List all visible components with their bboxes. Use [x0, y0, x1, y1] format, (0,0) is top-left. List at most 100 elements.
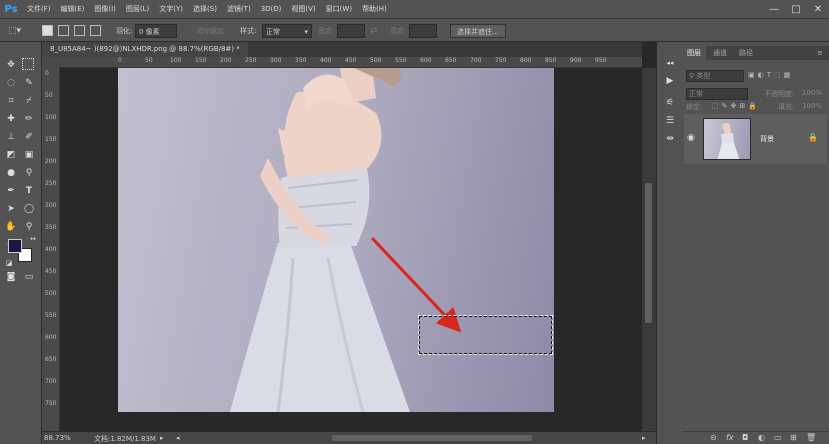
visibility-eye-icon[interactable]: ◉ — [687, 133, 695, 143]
select-and-mask-button[interactable]: 选择并遮住... — [450, 24, 506, 38]
subtract-selection-icon[interactable] — [74, 25, 85, 36]
layer-style-icon[interactable]: fx — [726, 433, 734, 442]
type-tool-icon[interactable]: T — [22, 184, 36, 198]
move-tool-icon[interactable]: ✥ — [4, 58, 18, 72]
blur-tool-icon[interactable]: ● — [4, 166, 18, 180]
horizontal-scrollbar-thumb[interactable] — [332, 435, 532, 441]
vertical-ruler[interactable]: 0 50 100 150 200 250 300 350 400 450 500… — [42, 68, 60, 431]
blend-mode-select[interactable]: 正常 — [686, 88, 748, 100]
ruler-tick-label: 700 — [45, 378, 57, 385]
ruler-tick-label: 750 — [45, 400, 57, 407]
close-icon[interactable]: ✕ — [807, 0, 829, 18]
opacity-value[interactable]: 100% — [802, 89, 822, 97]
canvas-area[interactable] — [60, 68, 642, 431]
new-selection-icon[interactable] — [42, 25, 53, 36]
swap-icon[interactable]: ⇄ — [370, 24, 378, 38]
properties-icon[interactable]: ☰ — [663, 114, 677, 128]
ruler-tick-label: 500 — [370, 57, 382, 64]
adjustment-layer-icon[interactable]: ◐ — [758, 433, 765, 442]
collapse-icon[interactable]: ◂◂ — [663, 56, 677, 70]
foreground-color-swatch[interactable] — [8, 239, 22, 253]
swap-colors-icon[interactable]: ↔ — [26, 232, 40, 246]
ruler-tick-label: 450 — [45, 268, 57, 275]
fill-value[interactable]: 100% — [802, 102, 822, 110]
scroll-right-icon[interactable]: ▸ — [642, 434, 646, 442]
menu-3d[interactable]: 3D(D) — [256, 0, 287, 18]
layer-name[interactable]: 背景 — [760, 134, 774, 144]
height-input[interactable] — [409, 24, 437, 38]
healing-brush-tool-icon[interactable]: ✚ — [4, 112, 18, 126]
document-tab[interactable]: 8_U85A84~ )(892@)NLXHDR.png @ 88.7%(RGB/… — [42, 42, 248, 57]
eyedropper-tool-icon[interactable]: ⌿ — [22, 94, 36, 108]
history-brush-tool-icon[interactable]: ✐ — [22, 130, 36, 144]
ellipse-tool-icon[interactable]: ◯ — [22, 202, 36, 216]
status-menu-icon[interactable]: ▸ — [160, 434, 164, 442]
ruler-tick-label: 150 — [45, 136, 57, 143]
style-select[interactable]: 正常 ▾ — [262, 24, 312, 38]
play-icon[interactable]: ▶ — [663, 74, 677, 88]
intersect-selection-icon[interactable] — [90, 25, 101, 36]
tab-channels[interactable]: 通道 — [708, 46, 732, 60]
menu-image[interactable]: 图像(I) — [89, 0, 121, 18]
marquee-tool-icon[interactable] — [22, 58, 34, 70]
panel-menu-icon[interactable]: ≡ — [812, 46, 828, 60]
width-input[interactable] — [337, 24, 365, 38]
layer-filter-icons[interactable]: ▣◐T⬚▦ — [748, 71, 793, 79]
layer-filter-select[interactable]: ⚲ 类型 — [686, 70, 744, 82]
document-info[interactable]: 文档:1.82M/1.83M — [94, 434, 156, 444]
vertical-scrollbar[interactable] — [642, 68, 656, 431]
lock-icons[interactable]: ⬚✎✥⊞🔒 — [712, 102, 760, 110]
new-group-icon[interactable]: ▭ — [774, 433, 782, 442]
ruler-tick-label: 300 — [270, 57, 282, 64]
link-layers-icon[interactable]: ⊝ — [710, 433, 717, 442]
menu-window[interactable]: 窗口(W) — [321, 0, 357, 18]
style-value: 正常 — [266, 28, 280, 36]
feather-input[interactable]: 0 像素 — [135, 24, 177, 38]
ruler-tick-label: 50 — [145, 57, 153, 64]
path-select-tool-icon[interactable]: ➤ — [4, 202, 18, 216]
align-icon[interactable]: ⇹ — [663, 132, 677, 146]
hand-tool-icon[interactable]: ✋ — [4, 220, 18, 234]
menu-view[interactable]: 视图(V) — [286, 0, 320, 18]
menu-layer[interactable]: 图层(L) — [121, 0, 154, 18]
ruler-tick-label: 0 — [118, 57, 122, 64]
dodge-tool-icon[interactable]: ⚲ — [22, 166, 36, 180]
tab-layers[interactable]: 图层 — [682, 46, 706, 60]
menu-type[interactable]: 文字(Y) — [154, 0, 188, 18]
screen-mode-icon[interactable]: ▭ — [22, 270, 36, 284]
scroll-left-icon[interactable]: ◂ — [176, 434, 180, 442]
eraser-tool-icon[interactable]: ◩ — [4, 148, 18, 162]
menu-edit[interactable]: 编辑(E) — [56, 0, 90, 18]
quick-select-tool-icon[interactable]: ✎ — [22, 76, 36, 90]
gradient-tool-icon[interactable]: ▣ — [22, 148, 36, 162]
add-selection-icon[interactable] — [58, 25, 69, 36]
ruler-tick-label: 700 — [470, 57, 482, 64]
delete-layer-icon[interactable]: 🗑 — [806, 433, 816, 442]
add-mask-icon[interactable]: ◘ — [742, 433, 748, 442]
zoom-level[interactable]: 88.73% — [44, 434, 71, 442]
crop-tool-icon[interactable]: ⌗ — [4, 94, 18, 108]
clone-stamp-tool-icon[interactable]: ⊥ — [4, 130, 18, 144]
minimize-icon[interactable]: — — [763, 0, 785, 18]
style-label: 样式: — [240, 27, 257, 35]
pen-tool-icon[interactable]: ✒ — [4, 184, 18, 198]
new-layer-icon[interactable]: ⊞ — [790, 433, 797, 442]
menu-filter[interactable]: 滤镜(T) — [222, 0, 256, 18]
menu-help[interactable]: 帮助(H) — [357, 0, 392, 18]
adjustment-icon[interactable]: ⚟ — [663, 96, 677, 110]
marquee-selection[interactable] — [418, 315, 553, 355]
antialias-checkbox[interactable]: 消除锯齿 — [196, 24, 224, 38]
ruler-tick-label: 200 — [45, 158, 57, 165]
tab-paths[interactable]: 路径 — [734, 46, 758, 60]
restore-icon[interactable]: □ — [785, 0, 807, 18]
marquee-preset-icon[interactable]: ⬚▾ — [8, 24, 21, 38]
default-colors-icon[interactable]: ◪ — [2, 256, 16, 270]
brush-tool-icon[interactable]: ✏ — [22, 112, 36, 126]
menu-select[interactable]: 选择(S) — [188, 0, 222, 18]
layer-row[interactable]: ◉ 背景 🔒 — [684, 114, 827, 164]
horizontal-ruler[interactable]: 0 50 100 150 200 250 300 350 400 450 500… — [60, 57, 642, 68]
quick-mask-icon[interactable]: ◙ — [4, 270, 18, 284]
lasso-tool-icon[interactable]: ◌ — [4, 76, 18, 90]
scrollbar-thumb[interactable] — [645, 183, 652, 323]
menu-file[interactable]: 文件(F) — [22, 0, 56, 18]
